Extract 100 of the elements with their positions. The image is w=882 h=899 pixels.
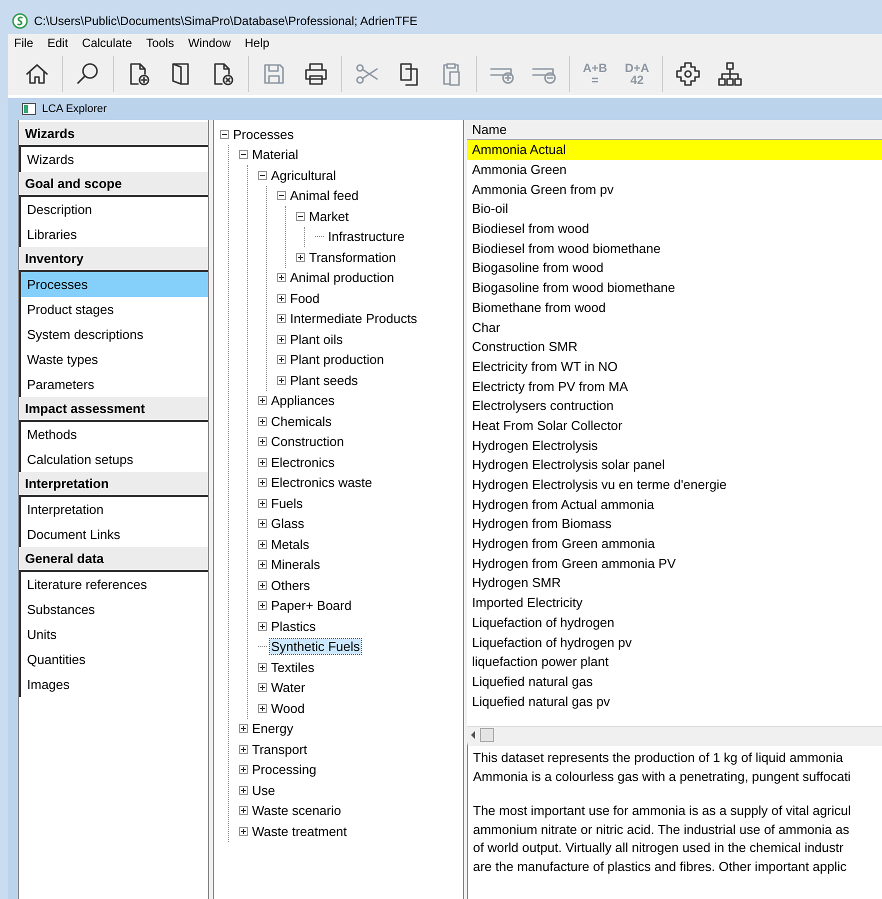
- list-row[interactable]: Ammonia Green from pv: [467, 179, 882, 200]
- section-header[interactable]: Goal and scope: [19, 172, 208, 197]
- expand-icon[interactable]: [258, 416, 267, 426]
- list-row[interactable]: Liquefaction of hydrogen: [467, 612, 882, 632]
- expand-icon[interactable]: [277, 294, 286, 303]
- tree-item[interactable]: Plant seeds: [289, 372, 359, 388]
- expand-icon[interactable]: [239, 765, 248, 774]
- tree-item[interactable]: Metals: [270, 536, 310, 552]
- expand-icon[interactable]: [239, 724, 248, 734]
- expand-icon[interactable]: [258, 683, 267, 692]
- menu-item[interactable]: File: [14, 36, 34, 50]
- tree-item[interactable]: Appliances: [270, 393, 336, 408]
- collapse-icon[interactable]: [220, 130, 229, 139]
- tree-item[interactable]: Fuels: [270, 496, 304, 511]
- list-row[interactable]: Construction SMR: [467, 336, 882, 357]
- tree-item[interactable]: Glass: [270, 516, 306, 532]
- list-row[interactable]: Char: [467, 317, 882, 337]
- menu-item[interactable]: Calculate: [82, 36, 132, 50]
- expand-icon[interactable]: [258, 560, 267, 570]
- list-row[interactable]: Electrolysers contruction: [467, 396, 882, 416]
- section-header[interactable]: General data: [19, 547, 208, 572]
- expand-icon[interactable]: [277, 314, 286, 324]
- collapse-icon[interactable]: [277, 191, 286, 200]
- tree-item[interactable]: Food: [289, 290, 321, 306]
- tree-item[interactable]: Energy: [251, 721, 294, 736]
- tree-item[interactable]: Water: [270, 680, 306, 696]
- expand-icon[interactable]: [258, 478, 267, 488]
- scrollbar-thumb[interactable]: [480, 728, 494, 742]
- expand-icon[interactable]: [239, 744, 248, 754]
- tree-item[interactable]: Construction: [270, 434, 345, 450]
- tree-item[interactable]: Wood: [270, 700, 306, 716]
- tree-item[interactable]: Infrastructure: [327, 229, 406, 244]
- menu-item[interactable]: Edit: [47, 36, 68, 50]
- section-header[interactable]: Inventory: [19, 247, 208, 272]
- tree-item[interactable]: Transformation: [308, 250, 397, 265]
- tree-item[interactable]: Animal feed: [289, 188, 360, 204]
- list-row[interactable]: Heat From Solar Collector: [467, 416, 882, 436]
- column-header[interactable]: Name: [467, 120, 882, 140]
- expand-icon[interactable]: [258, 437, 267, 446]
- expand-icon[interactable]: [258, 622, 267, 631]
- tree-item[interactable]: Waste treatment: [251, 824, 348, 839]
- list-row[interactable]: Biodiesel from wood biomethane: [467, 238, 882, 258]
- list-row[interactable]: Biodiesel from wood: [467, 218, 882, 238]
- tree-item[interactable]: Agricultural: [270, 168, 338, 183]
- collapse-icon[interactable]: [239, 150, 248, 160]
- expand-icon[interactable]: [258, 498, 267, 508]
- expand-icon[interactable]: [258, 540, 267, 549]
- list-row[interactable]: Hydrogen from Actual ammonia: [467, 494, 882, 514]
- tree-item[interactable]: Electronics waste: [270, 475, 374, 490]
- list-row[interactable]: Imported Electricity: [467, 592, 882, 612]
- tree-item[interactable]: Synthetic Fuels: [270, 639, 361, 654]
- tree-item[interactable]: Chemicals: [270, 414, 333, 429]
- expand-icon[interactable]: [258, 519, 267, 528]
- collapse-icon[interactable]: [258, 170, 267, 180]
- expand-icon[interactable]: [239, 786, 248, 795]
- expand-icon[interactable]: [239, 826, 248, 836]
- list-row[interactable]: Biomethane from wood: [467, 298, 882, 318]
- list-row[interactable]: Ammonia Green: [467, 160, 882, 180]
- menu-item[interactable]: Help: [244, 36, 270, 50]
- list-row[interactable]: Electricity from WT in NO: [467, 356, 882, 376]
- expand-icon[interactable]: [277, 334, 286, 344]
- tree-item[interactable]: Minerals: [270, 557, 322, 572]
- expand-icon[interactable]: [277, 376, 286, 385]
- menu-item[interactable]: Tools: [146, 36, 174, 50]
- tree-item[interactable]: Plant oils: [289, 332, 344, 347]
- tree-item[interactable]: Processes: [232, 126, 295, 142]
- expand-icon[interactable]: [258, 580, 267, 590]
- tree-item[interactable]: Use: [251, 782, 276, 798]
- sidebar-item[interactable]: Processes: [19, 272, 208, 297]
- tree-item[interactable]: Market: [308, 208, 350, 224]
- expand-icon[interactable]: [239, 806, 248, 816]
- section-header[interactable]: Interpretation: [19, 472, 208, 497]
- list-row[interactable]: Hydrogen Electrolysis solar panel: [467, 455, 882, 475]
- expand-icon[interactable]: [258, 601, 267, 610]
- tree-item[interactable]: Paper+ Board: [270, 598, 353, 614]
- tree-item[interactable]: Others: [270, 578, 312, 593]
- tree-item[interactable]: Animal production: [289, 270, 396, 286]
- list-row[interactable]: Ammonia Actual: [467, 140, 882, 160]
- section-header[interactable]: Wizards: [19, 122, 208, 147]
- list-row[interactable]: Hydrogen from Green ammonia: [467, 534, 882, 554]
- expand-icon[interactable]: [277, 355, 286, 364]
- tree-item[interactable]: Transport: [251, 742, 308, 757]
- tree-item[interactable]: Processing: [251, 762, 318, 778]
- list-row[interactable]: Electricty from PV from MA: [467, 376, 882, 396]
- tree-item[interactable]: Plastics: [270, 618, 317, 634]
- list-row[interactable]: Biogasoline from wood biomethane: [467, 278, 882, 298]
- scrollbar[interactable]: [467, 726, 882, 742]
- tree-item[interactable]: Waste scenario: [251, 803, 342, 818]
- tree-item[interactable]: Plant production: [289, 352, 385, 368]
- tree-item[interactable]: Textiles: [270, 660, 316, 675]
- expand-icon[interactable]: [296, 252, 305, 262]
- expand-icon[interactable]: [258, 396, 267, 406]
- expand-icon[interactable]: [258, 662, 267, 672]
- list-row[interactable]: Biogasoline from wood: [467, 258, 882, 278]
- list-row[interactable]: Hydrogen Electrolysis vu en terme d'energie: [467, 474, 882, 494]
- list-row[interactable]: Bio-oil: [467, 199, 882, 219]
- expand-icon[interactable]: [277, 273, 286, 282]
- expand-icon[interactable]: [258, 458, 267, 467]
- list-row[interactable]: Hydrogen from Green ammonia PV: [467, 553, 882, 574]
- list-row[interactable]: Liquefied natural gas pv: [467, 691, 882, 711]
